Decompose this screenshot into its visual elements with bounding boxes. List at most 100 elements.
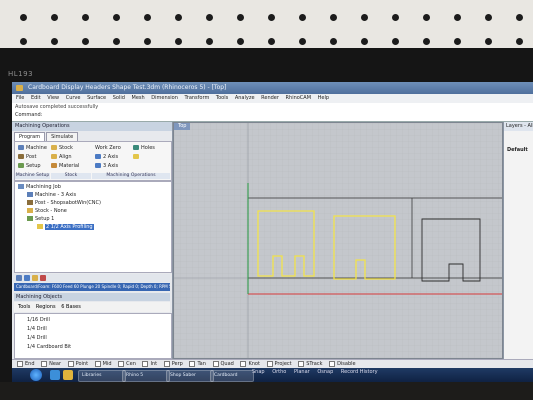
menu-solid[interactable]: Solid [113, 95, 125, 101]
menu-curve[interactable]: Curve [66, 95, 81, 101]
taskbar-rhino[interactable]: Rhino 5 [122, 370, 170, 382]
refresh-icon[interactable] [16, 275, 22, 281]
pegboard-hole [485, 38, 492, 45]
generate-icon[interactable] [24, 275, 30, 281]
osnap-int[interactable]: Int [142, 361, 157, 367]
pegboard-hole [516, 14, 523, 21]
tree-item-setup[interactable]: Setup 1 [27, 216, 54, 222]
toolpath-icon[interactable] [32, 275, 38, 281]
menu-transform[interactable]: Transform [184, 95, 209, 101]
tool-item[interactable]: 1/4 Drill [27, 326, 47, 332]
taskbar-libraries[interactable]: Libraries [78, 370, 126, 382]
holes-button[interactable]: Holes [133, 145, 155, 151]
osnap-mid[interactable]: Mid [95, 361, 112, 367]
menu-dimension[interactable]: Dimension [151, 95, 178, 101]
start-button[interactable] [30, 369, 42, 381]
pegboard-hole [206, 14, 213, 21]
osnap-project[interactable]: Project [267, 361, 292, 367]
folder-icon[interactable] [63, 370, 73, 380]
menu-tools[interactable]: Tools [216, 95, 228, 101]
osnap-quad[interactable]: Quad [213, 361, 234, 367]
pegboard-hole [361, 14, 368, 21]
top-viewport[interactable]: Top [173, 122, 503, 359]
machine-button[interactable]: Machine [18, 145, 47, 151]
menu-rhinocam[interactable]: RhinoCAM [286, 95, 312, 101]
stock-button[interactable]: Stock [51, 145, 73, 151]
toggle-osnap[interactable]: Osnap [317, 369, 333, 375]
toggle-planar[interactable]: Planar [294, 369, 310, 375]
bases-tab[interactable]: 6 Bases [61, 304, 81, 310]
axis3-button[interactable]: 3 Axis [95, 163, 118, 169]
menu-surface[interactable]: Surface [87, 95, 106, 101]
stock-icon [51, 145, 57, 150]
holes-icon [133, 145, 139, 150]
toggle-snap[interactable]: Snap [252, 369, 265, 375]
group-machine-setup: Machine Setup [15, 173, 50, 179]
pegboard-hole [82, 38, 89, 45]
axis2-icon [95, 154, 101, 159]
material-button[interactable]: Material [51, 163, 79, 169]
tree-item-operation[interactable]: 2 1/2 Axis Profiling [37, 224, 94, 230]
pegboard-hole [268, 38, 275, 45]
panel-header: Machining Operations [12, 122, 172, 131]
tree-toolbar [14, 274, 170, 282]
command-prompt[interactable]: Command: [15, 112, 42, 118]
operation-status-strip: Cardboard/Foam: F600 Feed 60 Plunge 20 S… [14, 283, 170, 291]
layers-header: Layers - All [504, 122, 533, 131]
osnap-cen[interactable]: Cen [118, 361, 136, 367]
viewport-label[interactable]: Top [174, 123, 191, 130]
toggle-ortho[interactable]: Ortho [272, 369, 286, 375]
ribbon-extra-button[interactable] [133, 154, 141, 160]
menu-render[interactable]: Render [261, 95, 279, 101]
osnap-perp[interactable]: Perp [164, 361, 183, 367]
machine-icon [27, 192, 33, 197]
pegboard-hole [82, 14, 89, 21]
tree-item-post[interactable]: Post - ShopsabotWin(CNC) [27, 200, 101, 206]
group-machining-operations: Machining Operations [92, 173, 170, 179]
tool-item[interactable]: 1/4 Drill [27, 335, 47, 341]
post-button[interactable]: Post [18, 154, 36, 160]
setup-button[interactable]: Setup [18, 163, 41, 169]
monitor-bottom-edge [0, 382, 533, 400]
tools-tab[interactable]: Tools [18, 304, 30, 310]
tool-item[interactable]: 1/16 Drill [27, 317, 50, 323]
osnap-knot[interactable]: Knot [240, 361, 259, 367]
setup-icon [18, 163, 24, 168]
tree-item-machine[interactable]: Machine - 3 Axis [27, 192, 76, 198]
toggle-record-history[interactable]: Record History [341, 369, 378, 375]
menu-file[interactable]: File [16, 95, 24, 101]
pegboard-hole [392, 38, 399, 45]
pegboard-hole [237, 14, 244, 21]
osnap-tan[interactable]: Tan [189, 361, 205, 367]
pegboard-hole [516, 38, 523, 45]
axis2-button[interactable]: 2 Axis [95, 154, 118, 160]
stock-icon [27, 208, 33, 213]
taskbar-cardboard[interactable]: Cardboard [210, 370, 254, 382]
osnap-point[interactable]: Point [68, 361, 88, 367]
tree-item-stock[interactable]: Stock - None [27, 208, 67, 214]
delete-icon[interactable] [40, 275, 46, 281]
pegboard-hole [237, 38, 244, 45]
align-button[interactable]: Align [51, 154, 72, 160]
menu-help[interactable]: Help [318, 95, 329, 101]
tab-simulate[interactable]: Simulate [46, 132, 79, 141]
tool-item[interactable]: 1/4 Cardboard Bit [27, 344, 71, 350]
menu-mesh[interactable]: Mesh [132, 95, 145, 101]
layer-default[interactable]: Default [507, 147, 528, 153]
osnap-end[interactable]: End [17, 361, 35, 367]
menu-view[interactable]: View [47, 95, 59, 101]
osnap-near[interactable]: Near [41, 361, 61, 367]
regions-tab[interactable]: Regions [36, 304, 56, 310]
menu-edit[interactable]: Edit [31, 95, 41, 101]
tree-item-root[interactable]: Machining Job [18, 184, 61, 190]
monitor-label: HL193 [8, 70, 34, 78]
viewport-canvas[interactable] [174, 123, 503, 359]
osnap-strack[interactable]: STrack [298, 361, 322, 367]
tab-program[interactable]: Program [14, 132, 46, 141]
taskbar-shopsabre[interactable]: Shop Saber [166, 370, 214, 382]
osnap-disable[interactable]: Disable [329, 361, 356, 367]
browser-icon[interactable] [50, 370, 60, 380]
machining-objects-toolbar: Tools Regions 6 Bases [14, 302, 170, 312]
work-zero-button[interactable]: Work Zero [95, 145, 121, 151]
menu-analyze[interactable]: Analyze [235, 95, 255, 101]
